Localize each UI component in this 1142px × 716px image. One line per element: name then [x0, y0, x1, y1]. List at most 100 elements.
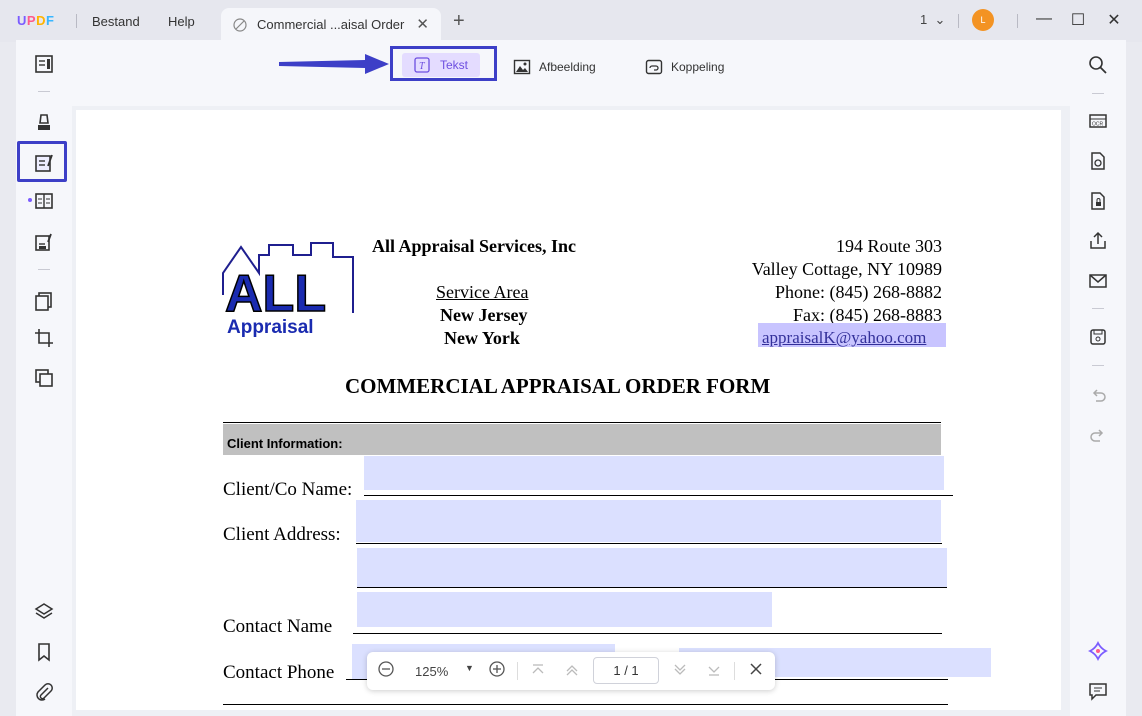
edit-pdf-highlight [17, 141, 67, 182]
divider [223, 422, 941, 423]
underline [356, 543, 942, 544]
email-link[interactable]: appraisalK@yahoo.com [762, 328, 926, 348]
mail-icon[interactable] [1088, 271, 1108, 291]
divider [1092, 93, 1104, 94]
divider [734, 662, 735, 680]
koppeling-button[interactable]: Koppeling [645, 56, 724, 78]
afbeelding-label: Afbeelding [539, 60, 596, 74]
divider [517, 662, 518, 680]
document-tab[interactable]: Commercial ...aisal Order ✕ [221, 8, 441, 42]
afbeelding-button[interactable]: Afbeelding [513, 56, 596, 78]
tab-title: Commercial ...aisal Order [257, 17, 405, 32]
address-line-2: Valley Cottage, NY 10989 [751, 259, 942, 279]
zoom-out-icon[interactable] [377, 660, 395, 681]
document-area: ALL Appraisal All Appraisal Services, In… [72, 106, 1070, 716]
tekst-highlight [390, 46, 497, 81]
page-total: 1 [631, 663, 639, 678]
app-logo[interactable]: UPDF [17, 13, 54, 28]
page-current: 1 [613, 663, 621, 678]
divider [76, 14, 77, 28]
logo-text-big: ALL [225, 265, 326, 323]
area-new-jersey: New Jersey [440, 305, 528, 325]
share-icon[interactable] [1088, 231, 1108, 251]
undo-icon[interactable] [1088, 385, 1108, 405]
link-icon [645, 59, 663, 75]
maximize-icon[interactable]: ☐ [1068, 10, 1088, 30]
zoom-dropdown-icon[interactable]: ▼ [465, 663, 474, 673]
ai-assistant-icon[interactable] [1087, 640, 1109, 662]
address-line-1: 194 Route 303 [836, 236, 942, 256]
divider [1092, 365, 1104, 366]
redo-icon[interactable] [1088, 425, 1108, 445]
client-address-field-1[interactable] [356, 500, 941, 542]
arrow-annotation [279, 54, 389, 74]
close-window-icon[interactable]: ✕ [1104, 10, 1124, 30]
convert-icon[interactable] [33, 367, 55, 389]
underline [353, 633, 942, 634]
divider [1092, 308, 1104, 309]
minimize-icon[interactable]: — [1034, 10, 1054, 28]
all-appraisal-logo: ALL Appraisal [222, 242, 354, 338]
active-indicator [28, 198, 32, 202]
next-page-icon[interactable] [672, 662, 688, 681]
section-header-bar: Client Information: [223, 424, 941, 455]
layers-icon[interactable] [33, 601, 55, 623]
menu-help[interactable]: Help [168, 14, 195, 29]
menu-bestand[interactable]: Bestand [92, 14, 140, 29]
svg-text:OCR: OCR [1092, 122, 1104, 128]
form-icon[interactable] [33, 231, 55, 253]
title-bar: UPDF Bestand Help Commercial ...aisal Or… [0, 0, 1142, 42]
close-tab-icon[interactable]: ✕ [416, 15, 429, 33]
page-selector-value: 1 [920, 12, 928, 27]
koppeling-label: Koppeling [671, 60, 725, 74]
service-area-label: Service Area [436, 282, 529, 302]
search-icon[interactable] [1088, 55, 1108, 75]
prev-page-icon[interactable] [564, 662, 580, 681]
underline [364, 495, 953, 496]
crop-icon[interactable] [33, 327, 55, 349]
area-new-york: New York [444, 328, 520, 348]
close-zoom-bar-icon[interactable] [748, 661, 764, 680]
edit-toolbar: T Tekst Afbeelding Koppeling [72, 40, 1070, 106]
client-address-label: Client Address: [223, 524, 341, 545]
zoom-level[interactable]: 125% [415, 664, 448, 679]
divider [38, 269, 50, 270]
client-name-field[interactable] [364, 456, 944, 490]
highlighter-icon[interactable] [33, 111, 55, 133]
page-number-input[interactable]: 1 / 1 [593, 657, 659, 684]
client-address-field-2[interactable] [357, 548, 947, 587]
pages-icon[interactable] [33, 290, 55, 312]
ocr-icon[interactable]: OCR [1088, 111, 1108, 131]
contact-name-label: Contact Name [223, 616, 333, 637]
divider [38, 91, 50, 92]
right-sidebar: OCR [1070, 40, 1126, 716]
new-tab-icon[interactable]: + [453, 10, 465, 33]
section-header: Client Information: [227, 436, 343, 451]
page-selector[interactable]: 1 ⌄ [920, 12, 945, 28]
divider [958, 14, 959, 28]
divider [1017, 14, 1018, 28]
zoom-in-icon[interactable] [488, 660, 506, 681]
protect-icon[interactable] [1088, 191, 1108, 211]
underline [357, 587, 947, 588]
save-icon[interactable] [1088, 327, 1108, 347]
organize-icon[interactable] [33, 190, 55, 212]
contact-name-field[interactable] [357, 592, 772, 627]
divider [223, 704, 948, 705]
logo-text-small: Appraisal [227, 317, 314, 338]
avatar[interactable]: L [972, 9, 994, 31]
last-page-icon[interactable] [706, 662, 722, 681]
client-name-label: Client/Co Name: [223, 479, 353, 500]
attachment-icon[interactable] [33, 681, 55, 703]
chevron-down-icon: ⌄ [934, 12, 946, 27]
company-name: All Appraisal Services, Inc [372, 236, 577, 256]
contact-phone-label: Contact Phone [223, 662, 335, 683]
first-page-icon[interactable] [530, 662, 546, 681]
pdf-page: ALL Appraisal All Appraisal Services, In… [76, 110, 1061, 710]
form-title: COMMERCIAL APPRAISAL ORDER FORM [345, 374, 771, 398]
bookmark-icon[interactable] [33, 641, 55, 663]
convert-pdf-icon[interactable] [1088, 151, 1108, 171]
comment-icon[interactable] [1088, 681, 1108, 701]
reader-icon[interactable] [33, 53, 55, 75]
zoom-bar: 125% ▼ 1 / 1 [367, 652, 775, 690]
